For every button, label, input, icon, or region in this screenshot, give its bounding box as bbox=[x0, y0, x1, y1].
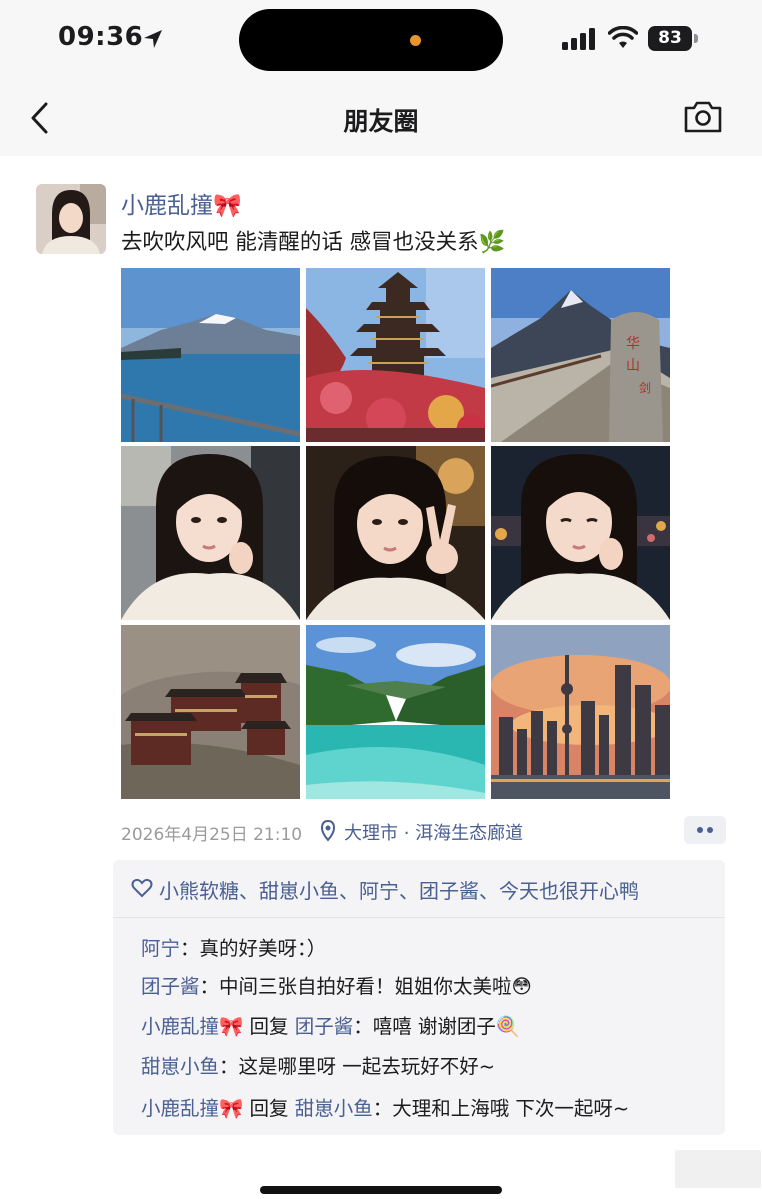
huashan-stone-photo[interactable]: 华 山 剑 bbox=[491, 268, 670, 442]
hanging-temple-photo[interactable] bbox=[121, 625, 300, 799]
watermark bbox=[675, 1150, 761, 1188]
wifi-icon bbox=[608, 26, 638, 48]
camera-icon[interactable] bbox=[682, 98, 724, 136]
poster-name[interactable]: 小鹿乱撞🎀 bbox=[121, 186, 242, 220]
battery-indicator: 83 bbox=[648, 26, 698, 51]
post-text: 去吹吹风吧 能清醒的话 感冒也没关系🌿 bbox=[121, 230, 506, 255]
comment-item[interactable]: 小鹿乱撞🎀 回复 甜崽小鱼：大理和上海哦 下次一起呀~ bbox=[141, 1092, 629, 1121]
reply-word: 回复 bbox=[243, 1097, 295, 1120]
location-pin-icon bbox=[320, 820, 336, 842]
comment-item[interactable]: 小鹿乱撞🎀 回复 团子酱：嘻嘻 谢谢团子🍭 bbox=[141, 1010, 520, 1039]
photo-grid: 华 山 剑 bbox=[121, 268, 671, 799]
selfie-night-photo[interactable] bbox=[491, 446, 670, 620]
post-timestamp: 2026年4月25日 21:10 bbox=[121, 825, 303, 845]
dynamic-island bbox=[239, 9, 503, 71]
page-title: 朋友圈 bbox=[343, 107, 419, 136]
comment-text: ：大理和上海哦 下次一起呀~ bbox=[372, 1097, 630, 1120]
likes-row: 小熊软糖、甜崽小鱼、阿宁、团子酱、今天也很开心鸭 bbox=[113, 860, 725, 918]
cellular-signal-icon bbox=[562, 28, 595, 50]
pagoda-flowers-photo[interactable] bbox=[306, 268, 485, 442]
svg-text:华: 华 bbox=[626, 336, 640, 352]
comment-text: ：中间三张自拍好看！姐姐你太美啦😳 bbox=[199, 975, 532, 998]
battery-level: 83 bbox=[648, 26, 692, 51]
comment-text: ：这是哪里呀 一起去玩好不好~ bbox=[219, 1055, 496, 1078]
location-arrow-icon bbox=[144, 30, 162, 48]
selfie-peace-sign-photo[interactable] bbox=[306, 446, 485, 620]
reply-word: 回复 bbox=[243, 1015, 295, 1038]
post-location[interactable]: 大理市 · 洱海生态廊道 bbox=[344, 819, 523, 845]
commenter-name[interactable]: 小鹿乱撞🎀 bbox=[141, 1015, 243, 1038]
svg-text:山: 山 bbox=[626, 358, 640, 374]
activity-dot-icon bbox=[410, 35, 421, 46]
more-dot-icon bbox=[697, 827, 703, 833]
shanghai-skyline-sunset-photo[interactable] bbox=[491, 625, 670, 799]
commenter-name[interactable]: 阿宁 bbox=[141, 937, 180, 960]
likes-list[interactable]: 小熊软糖、甜崽小鱼、阿宁、团子酱、今天也很开心鸭 bbox=[159, 875, 639, 904]
heart-icon bbox=[131, 878, 153, 898]
more-dot-icon bbox=[707, 827, 713, 833]
comment-text: ：真的好美呀：） bbox=[180, 937, 327, 960]
comment-text: ：嘻嘻 谢谢团子🍭 bbox=[353, 1015, 521, 1038]
status-time: 09:36 bbox=[58, 22, 144, 52]
status-bar: 09:36 83 bbox=[0, 0, 762, 82]
comment-item[interactable]: 团子酱：中间三张自拍好看！姐姐你太美啦😳 bbox=[141, 970, 532, 999]
commenter-name[interactable]: 团子酱 bbox=[141, 975, 200, 998]
home-indicator[interactable] bbox=[260, 1186, 502, 1194]
more-options-button[interactable] bbox=[684, 816, 726, 844]
comment-item[interactable]: 阿宁：真的好美呀：） bbox=[141, 932, 326, 961]
selfie-car-photo[interactable] bbox=[121, 446, 300, 620]
snow-mountain-lake-photo[interactable] bbox=[121, 268, 300, 442]
nav-bar: 朋友圈 bbox=[0, 82, 762, 156]
svg-text:剑: 剑 bbox=[639, 380, 651, 395]
reply-target-name[interactable]: 团子酱 bbox=[295, 1015, 354, 1038]
turquoise-lake-valley-photo[interactable] bbox=[306, 625, 485, 799]
commenter-name[interactable]: 甜崽小鱼 bbox=[141, 1055, 219, 1078]
comment-item[interactable]: 甜崽小鱼：这是哪里呀 一起去玩好不好~ bbox=[141, 1050, 495, 1079]
commenter-name[interactable]: 小鹿乱撞🎀 bbox=[141, 1097, 243, 1120]
battery-tip bbox=[694, 34, 698, 43]
reply-target-name[interactable]: 甜崽小鱼 bbox=[295, 1097, 373, 1120]
avatar[interactable] bbox=[36, 184, 106, 254]
interaction-panel: 小熊软糖、甜崽小鱼、阿宁、团子酱、今天也很开心鸭 阿宁：真的好美呀：） 团子酱：… bbox=[113, 860, 725, 1135]
